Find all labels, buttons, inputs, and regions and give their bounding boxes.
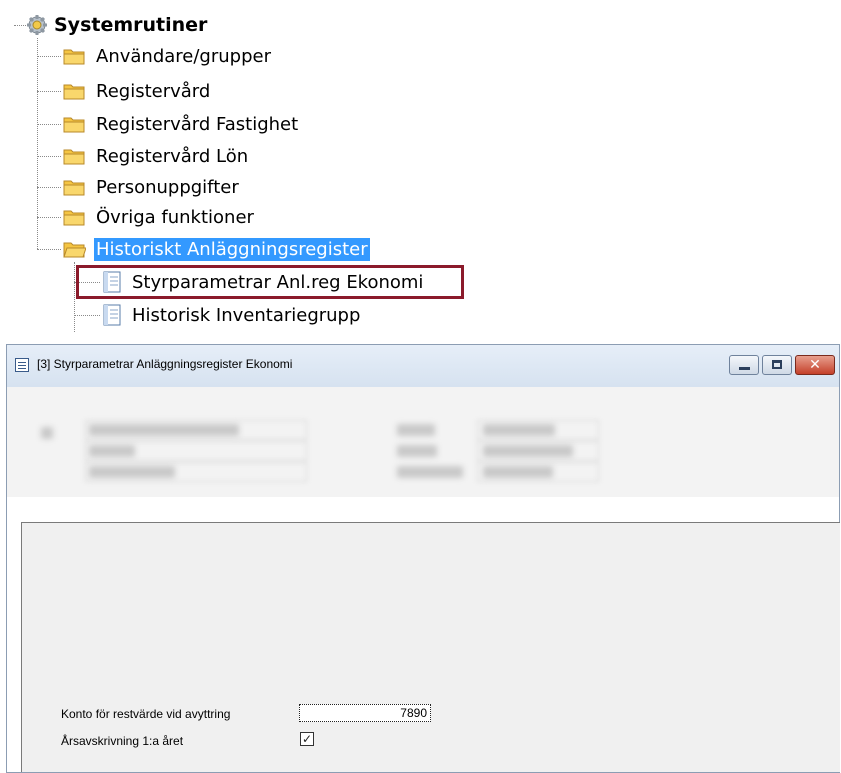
blurred-text <box>89 466 175 478</box>
tree-item-registervard[interactable]: Registervård <box>62 78 212 104</box>
tree-connector <box>74 315 100 316</box>
window-controls: ✕ <box>729 355 835 375</box>
window-form-icon <box>15 358 29 372</box>
tree-connector <box>37 249 61 250</box>
blurred-text <box>397 445 437 457</box>
tree-item-historisk-inventariegrupp[interactable]: Historisk Inventariegrupp <box>102 302 362 328</box>
folder-icon <box>63 149 85 165</box>
arsavskrivning-checkbox[interactable]: ✓ <box>300 732 314 746</box>
tree-connector <box>74 262 75 332</box>
konto-restvarde-input[interactable]: 7890 <box>299 704 431 722</box>
blurred-text <box>483 424 555 436</box>
gear-icon <box>27 15 47 35</box>
tree-item-registervard-lon[interactable]: Registervård Lön <box>62 143 250 169</box>
blurred-text <box>483 445 573 457</box>
maximize-button[interactable] <box>762 355 792 375</box>
tree-item-anvandare-grupper[interactable]: Användare/grupper <box>62 43 273 69</box>
tree-root-systemrutiner[interactable]: Systemrutiner <box>26 12 207 38</box>
tree-item-label: Registervård Lön <box>96 145 249 167</box>
konto-restvarde-label: Konto för restvärde vid avyttring <box>61 707 231 721</box>
minimize-button[interactable] <box>729 355 759 375</box>
tree-item-label: Användare/grupper <box>96 45 271 67</box>
document-icon <box>103 304 121 326</box>
folder-icon <box>63 117 85 133</box>
tree-item-label: Registervård <box>96 80 211 102</box>
tree-item-label: Historisk Inventariegrupp <box>132 304 361 326</box>
blurred-text <box>397 466 463 478</box>
tree-view: Systemrutiner Användare/grupper Register… <box>0 0 841 340</box>
maximize-icon <box>772 360 782 369</box>
tree-connector <box>14 25 26 26</box>
close-icon: ✕ <box>809 357 821 373</box>
tree-connector <box>37 156 61 157</box>
tree-item-label: Registervård Fastighet <box>96 113 299 135</box>
tree-connector <box>37 91 61 92</box>
tree-item-label: Historiskt Anläggningsregister <box>94 237 370 261</box>
blurred-header-info <box>7 387 839 497</box>
open-folder-icon <box>63 242 86 258</box>
blurred-text <box>89 445 135 457</box>
window-titlebar[interactable]: [3] Styrparametrar Anläggningsregister E… <box>7 345 839 387</box>
tree-root-label: Systemrutiner <box>54 14 208 36</box>
tree-connector <box>37 217 61 218</box>
close-button[interactable]: ✕ <box>795 355 835 375</box>
folder-icon <box>63 210 85 226</box>
folder-icon <box>63 84 85 100</box>
tree-item-personuppgifter[interactable]: Personuppgifter <box>62 174 241 200</box>
tree-item-label: Övriga funktioner <box>96 206 254 228</box>
tree-item-ovriga-funktioner[interactable]: Övriga funktioner <box>62 204 256 230</box>
styrparametrar-window: [3] Styrparametrar Anläggningsregister E… <box>6 344 840 773</box>
blurred-text <box>397 424 435 436</box>
window-title: [3] Styrparametrar Anläggningsregister E… <box>37 357 293 371</box>
blurred-text <box>41 427 53 439</box>
arsavskrivning-label: Årsavskrivning 1:a året <box>61 734 184 748</box>
tree-connector <box>37 187 61 188</box>
folder-icon <box>63 180 85 196</box>
folder-icon <box>63 49 85 65</box>
tree-item-label: Personuppgifter <box>96 176 239 198</box>
tree-item-historiskt-anlaggningsregister[interactable]: Historiskt Anläggningsregister <box>62 236 370 262</box>
blurred-text <box>483 466 553 478</box>
highlight-annotation-box <box>76 265 464 299</box>
blurred-text <box>89 424 239 436</box>
minimize-icon <box>739 367 750 370</box>
tree-connector <box>37 124 61 125</box>
tree-item-registervard-fastighet[interactable]: Registervård Fastighet <box>62 111 300 137</box>
tree-connector <box>37 56 61 57</box>
